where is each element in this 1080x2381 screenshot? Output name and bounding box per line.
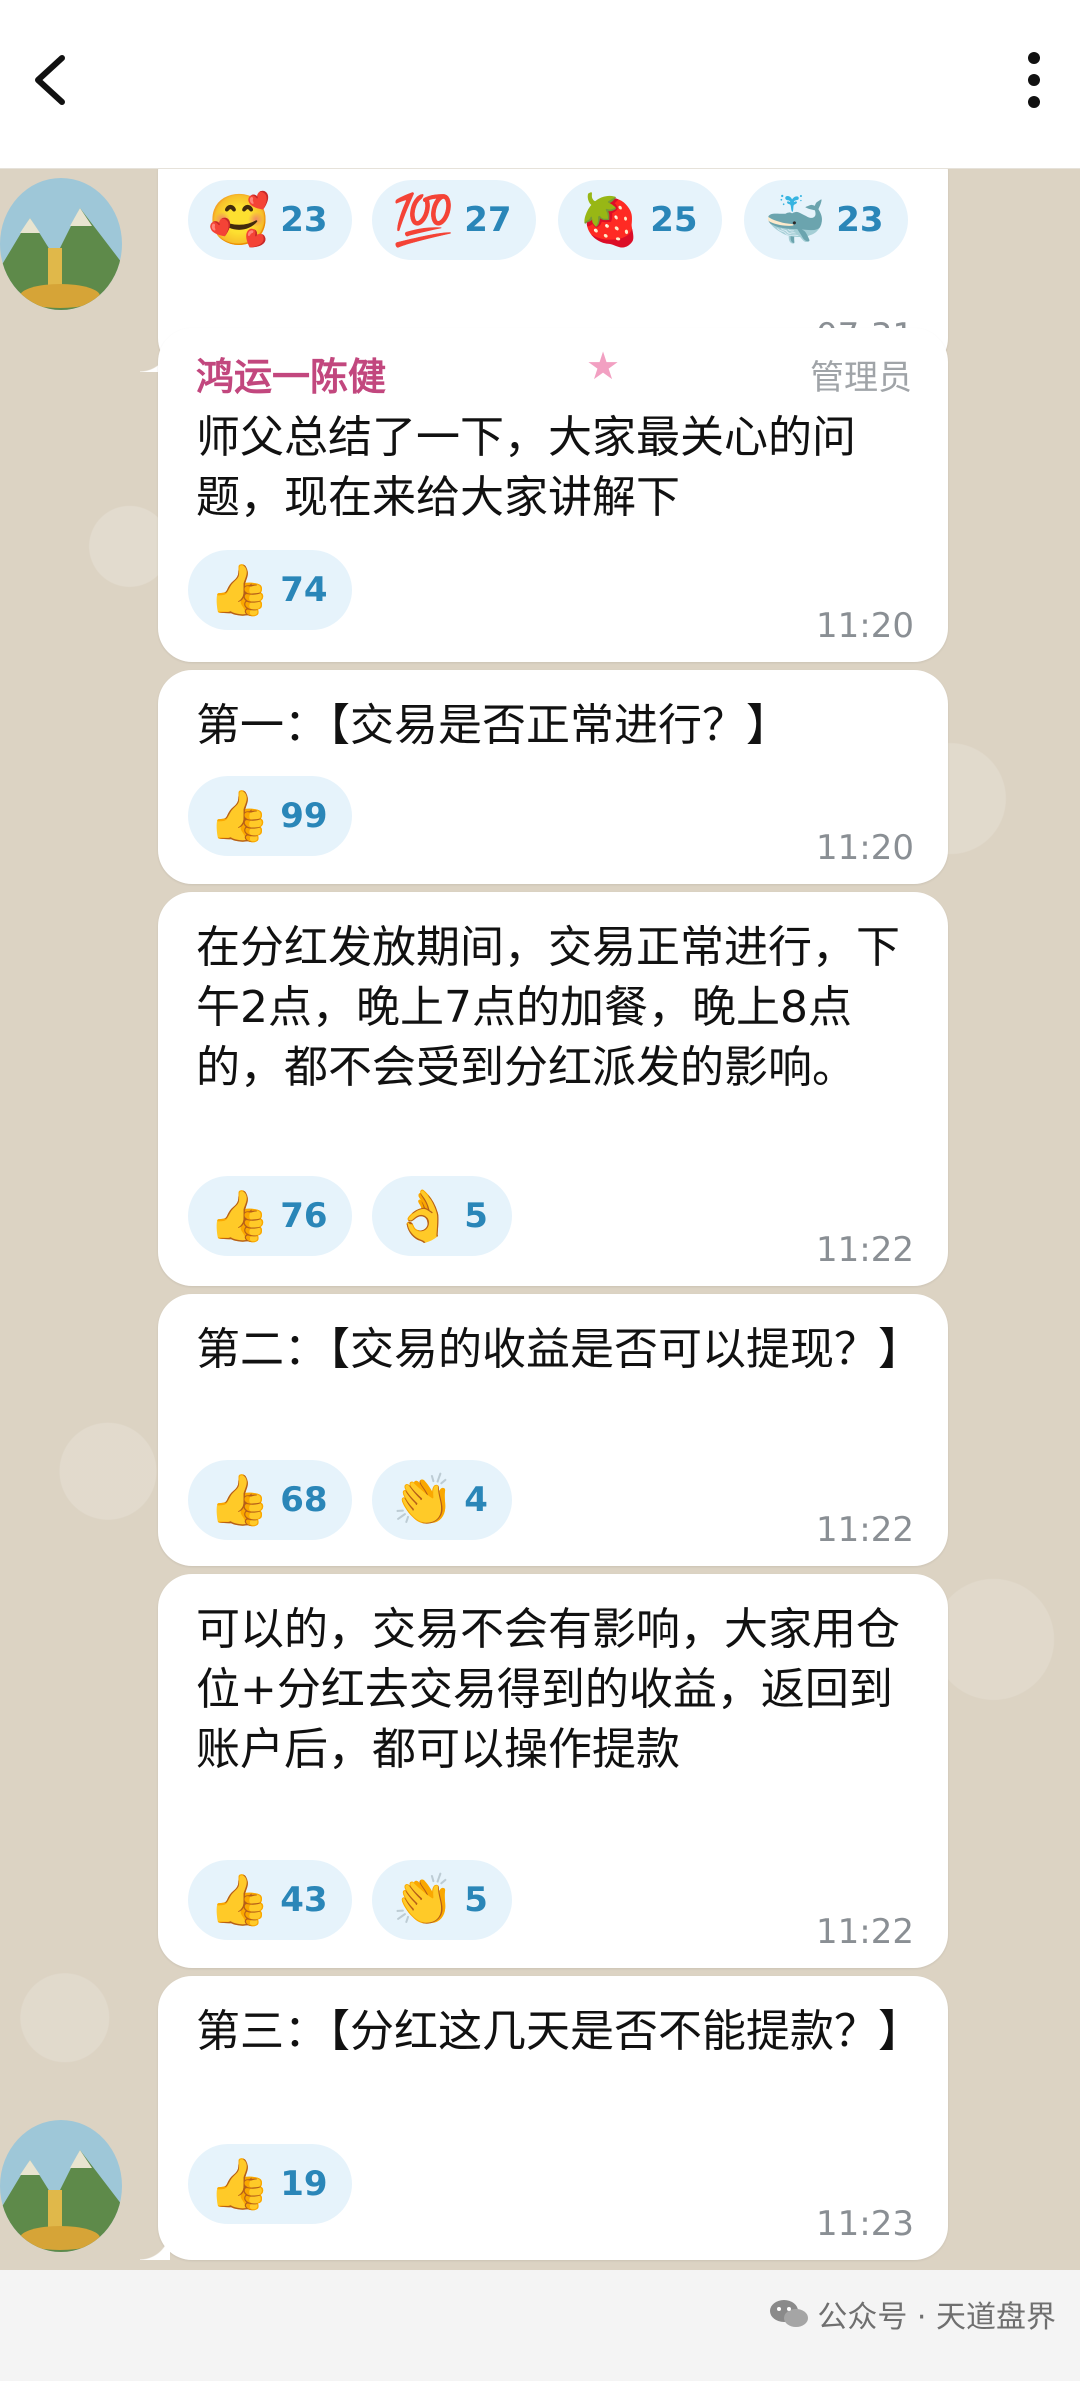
message-time: 11:22 bbox=[816, 1912, 914, 1952]
reaction-chip[interactable]: 👏 4 bbox=[372, 1460, 512, 1540]
reaction-chip[interactable]: 👍 74 bbox=[188, 550, 352, 630]
reaction-count: 23 bbox=[280, 200, 328, 240]
star-icon: ★ bbox=[586, 344, 621, 388]
reaction-chip[interactable]: 👍 99 bbox=[188, 776, 352, 856]
message-text: 可以的，交易不会有影响，大家用仓位+分红去交易得到的收益，返回到账户后，都可以操… bbox=[196, 1604, 900, 1775]
reaction-chip[interactable]: 👏 5 bbox=[372, 1860, 512, 1940]
thumbs-up-icon: 👍 bbox=[208, 1471, 271, 1529]
reaction-count: 19 bbox=[280, 2164, 328, 2204]
message-text: 在分红发放期间，交易正常进行，下午2点，晚上7点的加餐，晚上8点的，都不会受到分… bbox=[196, 922, 900, 1093]
role-badge: 管理员 bbox=[810, 358, 912, 398]
thumbs-up-icon: 👍 bbox=[208, 1871, 271, 1929]
bottom-bar: 公众号 · 天道盘界 bbox=[0, 2270, 1080, 2381]
message-bubble[interactable]: 可以的，交易不会有影响，大家用仓位+分红去交易得到的收益，返回到账户后，都可以操… bbox=[158, 1574, 948, 1968]
message-time: 11:22 bbox=[816, 1510, 914, 1550]
message-text: 第一：【交易是否正常进行？】 bbox=[196, 700, 790, 751]
reaction-chip[interactable]: 👍 68 bbox=[188, 1460, 352, 1540]
reaction-chip[interactable]: 👍 76 bbox=[188, 1176, 352, 1256]
message-time: 11:20 bbox=[816, 606, 914, 646]
ok-hand-icon: 👌 bbox=[392, 1187, 455, 1245]
message-time: 11:22 bbox=[816, 1230, 914, 1270]
thumbs-up-icon: 👍 bbox=[208, 561, 271, 619]
avatar[interactable] bbox=[0, 178, 122, 310]
chevron-left-icon bbox=[35, 55, 65, 105]
reaction-chip[interactable]: 👍 43 bbox=[188, 1860, 352, 1940]
message-text: 第三：【分红这几天是否不能提款？】 bbox=[196, 2006, 922, 2057]
thumbs-up-icon: 👍 bbox=[208, 1187, 271, 1245]
reaction-count: 27 bbox=[464, 200, 512, 240]
reaction-count: 43 bbox=[280, 1880, 328, 1920]
reaction-count: 74 bbox=[280, 570, 328, 610]
message-text: 第二：【交易的收益是否可以提现？】 bbox=[196, 1324, 922, 1375]
reaction-count: 99 bbox=[280, 796, 328, 836]
reaction-count: 76 bbox=[280, 1196, 328, 1236]
message-bubble[interactable]: 第三：【分红这几天是否不能提款？】 👍 19 11:23 bbox=[140, 1976, 948, 2260]
message-time: 11:23 bbox=[816, 2204, 914, 2244]
chat-area[interactable]: 🥰 23 💯 27 🍓 25 🐳 23 07:31 鸿运一陈健 ★ 管理员 师父… bbox=[0, 168, 1080, 2270]
reaction-chip[interactable]: 🐳 23 bbox=[744, 180, 908, 260]
whale-icon: 🐳 bbox=[764, 191, 827, 249]
reaction-chip[interactable]: 💯 27 bbox=[372, 180, 536, 260]
strawberry-icon: 🍓 bbox=[578, 191, 641, 249]
reaction-chip[interactable]: 🥰 23 bbox=[188, 180, 352, 260]
watermark: 公众号 · 天道盘界 bbox=[769, 2292, 1056, 2336]
reaction-count: 4 bbox=[464, 1480, 488, 1520]
reaction-chip[interactable]: 👌 5 bbox=[372, 1176, 512, 1256]
clapping-hands-icon: 👏 bbox=[392, 1471, 455, 1529]
top-bar bbox=[0, 0, 1080, 169]
reaction-count: 5 bbox=[464, 1196, 488, 1236]
watermark-text: 公众号 · 天道盘界 bbox=[817, 2300, 1056, 2335]
smiling-hearts-icon: 🥰 bbox=[208, 191, 271, 249]
thumbs-up-icon: 👍 bbox=[208, 787, 271, 845]
message-bubble[interactable]: 第一：【交易是否正常进行？】 👍 99 11:20 bbox=[158, 670, 948, 884]
reaction-count: 23 bbox=[836, 200, 884, 240]
reaction-count: 25 bbox=[650, 200, 698, 240]
reaction-count: 68 bbox=[280, 1480, 328, 1520]
reaction-chip[interactable]: 🍓 25 bbox=[558, 180, 722, 260]
more-options-button[interactable] bbox=[994, 40, 1074, 120]
back-button[interactable] bbox=[14, 40, 94, 120]
message-bubble[interactable]: 在分红发放期间，交易正常进行，下午2点，晚上7点的加餐，晚上8点的，都不会受到分… bbox=[158, 892, 948, 1286]
clapping-hands-icon: 👏 bbox=[392, 1871, 455, 1929]
thumbs-up-icon: 👍 bbox=[208, 2155, 271, 2213]
message-bubble[interactable]: 鸿运一陈健 ★ 管理员 师父总结了一下，大家最关心的问题，现在来给大家讲解下 👍… bbox=[158, 328, 948, 662]
reaction-count: 5 bbox=[464, 1880, 488, 1920]
wechat-icon bbox=[770, 2300, 809, 2327]
hundred-points-icon: 💯 bbox=[392, 191, 455, 249]
sender-name[interactable]: 鸿运一陈健 bbox=[196, 346, 386, 401]
message-text: 师父总结了一下，大家最关心的问题，现在来给大家讲解下 bbox=[196, 412, 856, 523]
reaction-chip[interactable]: 👍 19 bbox=[188, 2144, 352, 2224]
message-time: 11:20 bbox=[816, 828, 914, 868]
message-bubble[interactable]: 第二：【交易的收益是否可以提现？】 👍 68 👏 4 11:22 bbox=[158, 1294, 948, 1566]
avatar[interactable] bbox=[0, 2120, 122, 2252]
vertical-dots-icon bbox=[1028, 52, 1040, 108]
